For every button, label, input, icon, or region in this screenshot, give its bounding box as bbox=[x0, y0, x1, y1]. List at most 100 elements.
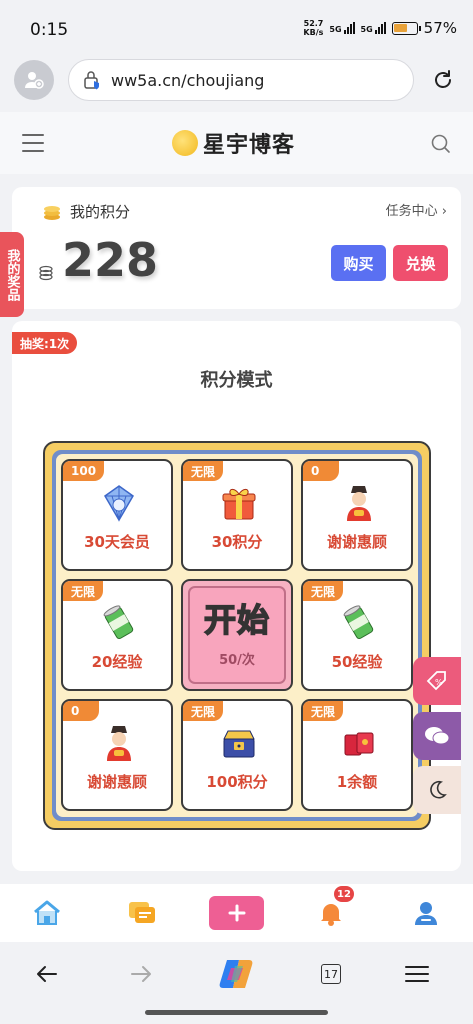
nav-profile[interactable] bbox=[406, 894, 446, 932]
browser-toolbar: ww5a.cn/choujiang bbox=[0, 56, 473, 106]
site-logo-icon bbox=[172, 130, 198, 156]
stock-tag: 0 bbox=[303, 461, 339, 481]
prize-label: 30天会员 bbox=[84, 533, 150, 551]
copilot-button[interactable] bbox=[216, 958, 256, 990]
points-title: 我的积分 bbox=[42, 201, 130, 222]
green-can-icon bbox=[339, 603, 379, 643]
points-value: 228 bbox=[62, 233, 159, 287]
menu-icon[interactable] bbox=[22, 134, 44, 152]
site-header: 星宇博客 bbox=[0, 112, 473, 174]
bell-icon bbox=[321, 904, 341, 926]
status-bar: 0:15 52.7 KB/s 5G 5G 57% bbox=[0, 0, 473, 56]
stock-tag: 0 bbox=[63, 701, 99, 721]
prize-label: 谢谢惠顾 bbox=[86, 773, 147, 791]
forward-button[interactable] bbox=[121, 958, 161, 990]
nav-comments[interactable] bbox=[122, 894, 162, 932]
green-can-icon bbox=[99, 603, 139, 643]
clock: 0:15 bbox=[30, 20, 69, 40]
prize-label: 100积分 bbox=[206, 773, 268, 791]
user-icon bbox=[415, 902, 437, 925]
copilot-icon bbox=[219, 960, 253, 988]
prize-cell: 无限 50经验 bbox=[301, 579, 413, 691]
prize-cell: 0 谢谢惠顾 bbox=[301, 459, 413, 571]
chat-icon bbox=[129, 902, 155, 923]
tab-count: 17 bbox=[321, 964, 341, 984]
discount-tag-icon: % bbox=[426, 671, 446, 691]
prize-label: 谢谢惠顾 bbox=[326, 533, 387, 551]
stock-tag: 无限 bbox=[183, 701, 224, 721]
prize-cell: 无限 100积分 bbox=[181, 699, 293, 811]
secure-lock-icon bbox=[84, 71, 99, 90]
lottery-board: 100 30天会员 无限 30积分 0 谢谢惠顾 无限 20经验 开始 50/次… bbox=[43, 441, 431, 830]
moon-icon bbox=[430, 780, 447, 799]
start-label: 开始 bbox=[203, 600, 270, 640]
start-draw-button[interactable]: 开始 50/次 bbox=[181, 579, 293, 691]
prize-label: 1余额 bbox=[336, 773, 378, 791]
url-text: ww5a.cn/choujiang bbox=[111, 70, 265, 90]
stock-tag: 无限 bbox=[63, 581, 104, 601]
stock-tag: 100 bbox=[63, 461, 105, 481]
wechat-float-button[interactable] bbox=[413, 712, 461, 760]
coin-stack-icon bbox=[39, 265, 53, 281]
forward-arrow-icon bbox=[131, 966, 151, 982]
wechat-icon bbox=[425, 727, 450, 745]
prize-cell: 无限 1余额 bbox=[301, 699, 413, 811]
prize-cell: 无限 30积分 bbox=[181, 459, 293, 571]
fortune-god-icon bbox=[99, 723, 139, 763]
prize-cell: 无限 20经验 bbox=[61, 579, 173, 691]
notification-count-badge: 12 bbox=[334, 886, 354, 902]
draw-count-badge: 抽奖:1次 bbox=[12, 332, 78, 354]
prize-label: 20经验 bbox=[91, 653, 143, 671]
address-bar[interactable]: ww5a.cn/choujiang bbox=[68, 59, 414, 101]
points-card: 我的积分 任务中心 › 228 购买 兑换 bbox=[12, 187, 461, 309]
dark-mode-float-button[interactable] bbox=[413, 766, 461, 814]
discount-float-button[interactable]: % bbox=[413, 657, 461, 705]
home-indicator[interactable] bbox=[145, 1010, 328, 1015]
site-bottom-nav bbox=[0, 884, 473, 942]
treasure-box-icon bbox=[219, 723, 259, 763]
home-icon bbox=[34, 900, 60, 925]
gift-box-icon bbox=[219, 483, 259, 523]
status-icons: 52.7 KB/s 5G 5G 57% bbox=[303, 19, 457, 37]
fortune-god-icon bbox=[339, 483, 379, 523]
menu-icon bbox=[405, 966, 429, 982]
network-speed: 52.7 KB/s bbox=[303, 19, 324, 37]
prize-label: 30积分 bbox=[211, 533, 263, 551]
plus-icon bbox=[228, 904, 245, 922]
search-button[interactable] bbox=[431, 134, 451, 158]
coins-icon bbox=[44, 205, 60, 220]
site-brand[interactable]: 星宇博客 bbox=[172, 127, 295, 159]
brand-name: 星宇博客 bbox=[203, 133, 296, 158]
publish-button[interactable] bbox=[209, 896, 264, 930]
battery-icon bbox=[391, 21, 421, 35]
tabs-button[interactable]: 17 bbox=[311, 958, 351, 990]
nav-home[interactable] bbox=[27, 894, 67, 932]
back-arrow-icon bbox=[37, 966, 57, 982]
prize-cell: 100 30天会员 bbox=[61, 459, 173, 571]
signal-bars-icon bbox=[343, 22, 355, 34]
reload-icon bbox=[435, 70, 451, 88]
my-prizes-tab[interactable]: 我的奖品 bbox=[0, 232, 24, 317]
user-add-icon bbox=[25, 72, 44, 89]
reload-button[interactable] bbox=[427, 64, 459, 96]
stock-tag: 无限 bbox=[303, 581, 344, 601]
signal-5g-1: 5G bbox=[329, 22, 355, 34]
prize-cell: 0 谢谢惠顾 bbox=[61, 699, 173, 811]
search-icon bbox=[431, 134, 450, 153]
back-button[interactable] bbox=[27, 958, 67, 990]
task-center-link[interactable]: 任务中心 › bbox=[386, 200, 447, 219]
exchange-button[interactable]: 兑换 bbox=[393, 245, 448, 281]
prize-label: 50经验 bbox=[331, 653, 383, 671]
stock-tag: 无限 bbox=[183, 461, 224, 481]
stock-tag: 无限 bbox=[303, 701, 344, 721]
red-envelope-icon bbox=[339, 723, 379, 763]
battery-percent: 57% bbox=[423, 19, 457, 37]
svg-text:%: % bbox=[435, 678, 443, 687]
start-cost: 50/次 bbox=[219, 653, 255, 668]
mode-title: 积分模式 bbox=[200, 370, 273, 391]
buy-button[interactable]: 购买 bbox=[331, 245, 386, 281]
signal-bars-icon bbox=[374, 22, 386, 34]
signal-5g-2: 5G bbox=[361, 22, 386, 34]
profile-avatar-button[interactable] bbox=[14, 60, 54, 100]
browser-menu-button[interactable] bbox=[397, 958, 437, 990]
